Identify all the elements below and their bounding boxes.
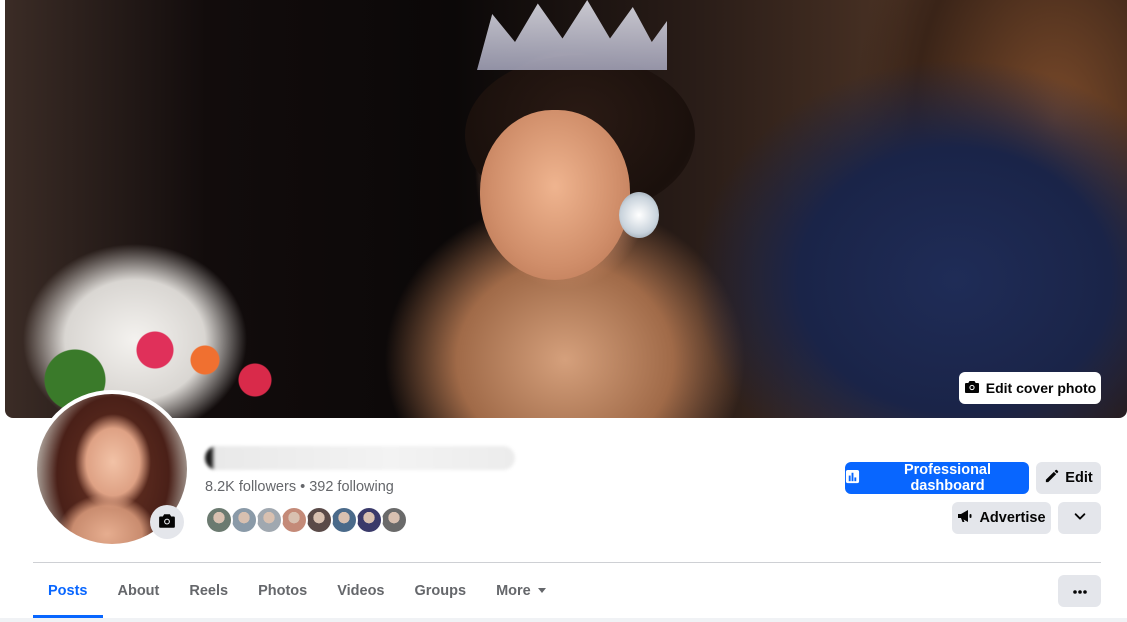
followers-following[interactable]: 8.2K followers • 392 following (205, 479, 394, 495)
tab-posts[interactable]: Posts (33, 563, 103, 618)
cover-face (480, 110, 630, 280)
cover-crown (477, 0, 667, 70)
camera-icon (964, 379, 980, 398)
cover-photo[interactable] (5, 0, 1127, 418)
tab-label: About (117, 582, 160, 599)
tab-label: More (496, 582, 531, 599)
camera-icon (158, 512, 176, 533)
advertise-label: Advertise (979, 510, 1046, 526)
professional-dashboard-button[interactable]: Professional dashboard (845, 462, 1029, 494)
cover-earring (619, 192, 659, 238)
tab-label: Reels (189, 582, 229, 599)
edit-label: Edit (1065, 470, 1093, 486)
tab-reels[interactable]: Reels (174, 563, 243, 618)
tab-label: Photos (258, 582, 308, 599)
update-profile-picture-button[interactable] (150, 505, 184, 539)
edit-cover-photo-button[interactable]: Edit cover photo (959, 372, 1101, 404)
more-dots-icon (1072, 583, 1088, 599)
friend-avatar[interactable] (380, 506, 408, 534)
friend-avatars (205, 506, 408, 534)
advertise-button[interactable]: Advertise (952, 502, 1051, 534)
friend-avatar[interactable] (230, 506, 258, 534)
profile-options-button[interactable] (1058, 575, 1101, 607)
tab-label: Groups (414, 582, 467, 599)
tab-groups[interactable]: Groups (400, 563, 482, 618)
profile-name-redacted (205, 446, 515, 470)
megaphone-icon (957, 508, 973, 528)
professional-dashboard-label: Professional dashboard (903, 462, 992, 494)
tab-photos[interactable]: Photos (243, 563, 322, 618)
friend-avatar[interactable] (355, 506, 383, 534)
friend-avatar[interactable] (280, 506, 308, 534)
caret-down-icon (537, 583, 547, 599)
tab-videos[interactable]: Videos (322, 563, 399, 618)
tab-about[interactable]: About (103, 563, 175, 618)
tab-label: Posts (48, 582, 88, 599)
tab-label: Videos (337, 582, 385, 599)
friend-avatar[interactable] (330, 506, 358, 534)
section-separator (0, 618, 1127, 622)
edit-profile-button[interactable]: Edit (1036, 462, 1101, 494)
edit-cover-label: Edit cover photo (985, 380, 1097, 396)
profile-tabs: Posts About Reels Photos Videos Groups M… (33, 563, 562, 618)
chevron-down-icon (1073, 509, 1087, 527)
pencil-icon (1044, 469, 1059, 488)
bar-chart-icon (845, 469, 860, 488)
tab-more[interactable]: More (481, 563, 562, 618)
friend-avatar[interactable] (305, 506, 333, 534)
more-actions-dropdown-button[interactable] (1058, 502, 1101, 534)
friend-avatar[interactable] (255, 506, 283, 534)
friend-avatar[interactable] (205, 506, 233, 534)
